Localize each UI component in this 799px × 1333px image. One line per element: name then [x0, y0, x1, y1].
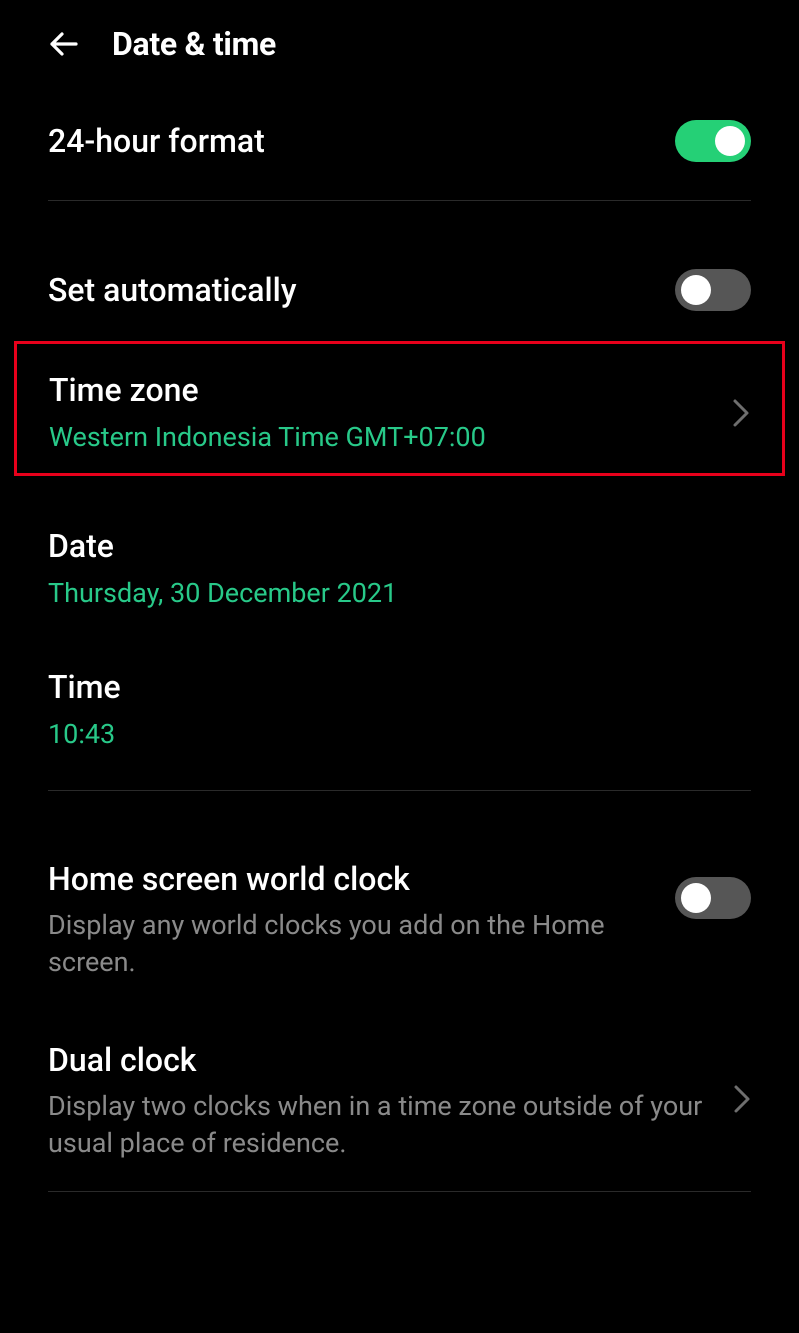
page-title: Date & time [112, 25, 276, 63]
toggle-set-automatically[interactable] [675, 269, 751, 311]
label-dual-clock: Dual clock [48, 1040, 707, 1080]
toggle-world-clock[interactable] [675, 877, 751, 919]
header: Date & time [0, 0, 799, 82]
label-time: Time [48, 667, 751, 707]
chevron-right-icon [732, 398, 750, 428]
value-time: 10:43 [48, 717, 751, 752]
label-time-zone: Time zone [49, 370, 716, 410]
value-date: Thursday, 30 December 2021 [48, 576, 751, 611]
value-time-zone: Western Indonesia Time GMT+07:00 [49, 420, 716, 455]
label-date: Date [48, 526, 751, 566]
toggle-24-hour-format[interactable] [675, 120, 751, 162]
label-world-clock: Home screen world clock [48, 859, 655, 899]
divider [48, 1191, 751, 1192]
row-time-zone[interactable]: Time zone Western Indonesia Time GMT+07:… [49, 344, 750, 473]
label-24-hour-format: 24-hour format [48, 121, 675, 161]
desc-dual-clock: Display two clocks when in a time zone o… [48, 1088, 707, 1161]
toggle-knob [715, 126, 745, 156]
settings-list: 24-hour format Set automatically Time zo… [0, 82, 799, 1192]
toggle-knob [681, 883, 711, 913]
label-set-automatically: Set automatically [48, 270, 675, 310]
row-time[interactable]: Time 10:43 [48, 639, 751, 790]
row-set-automatically[interactable]: Set automatically [48, 239, 751, 341]
row-24-hour-format[interactable]: 24-hour format [48, 82, 751, 200]
chevron-right-icon [733, 1084, 751, 1114]
toggle-knob [681, 275, 711, 305]
desc-world-clock: Display any world clocks you add on the … [48, 907, 655, 980]
back-button[interactable] [44, 24, 84, 64]
arrow-left-icon [44, 24, 84, 64]
highlight-box: Time zone Western Indonesia Time GMT+07:… [14, 341, 785, 476]
row-world-clock[interactable]: Home screen world clock Display any worl… [48, 829, 751, 1010]
row-dual-clock[interactable]: Dual clock Display two clocks when in a … [48, 1010, 751, 1191]
row-date[interactable]: Date Thursday, 30 December 2021 [48, 476, 751, 639]
